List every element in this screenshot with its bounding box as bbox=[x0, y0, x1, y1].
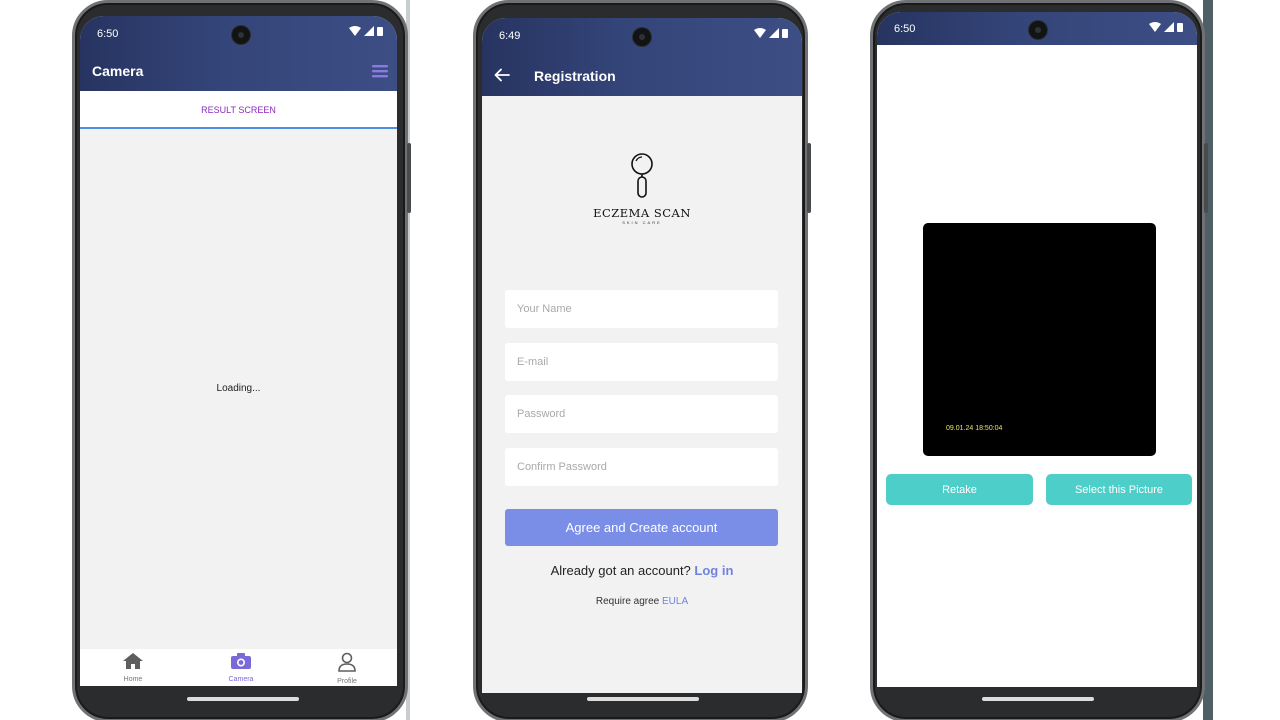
phone-preview-frame: 6:50 09.01.24 18:50:04 Retake Select thi… bbox=[870, 0, 1208, 720]
eula-link[interactable]: EULA bbox=[662, 596, 688, 607]
content-area: Loading... bbox=[80, 129, 397, 649]
front-camera bbox=[232, 26, 250, 44]
preview-screen: 6:50 09.01.24 18:50:04 Retake Select thi… bbox=[877, 12, 1197, 687]
nav-item-camera[interactable]: Camera bbox=[211, 652, 271, 683]
create-account-button[interactable]: Agree and Create account bbox=[505, 509, 778, 546]
nav-label-profile: Profile bbox=[337, 678, 357, 685]
person-icon bbox=[338, 652, 356, 672]
tab-bar: RESULT SCREEN bbox=[80, 91, 397, 129]
magnifier-icon bbox=[631, 153, 653, 198]
battery-icon bbox=[782, 29, 788, 38]
password-field[interactable] bbox=[505, 395, 778, 433]
battery-icon bbox=[377, 27, 383, 36]
eula-row: Require agree EULA bbox=[482, 596, 802, 607]
bottom-navigation: Home Camera Profile bbox=[80, 649, 397, 686]
registration-form-area: ECZEMA SCAN SKIN CARE Agree and Create a… bbox=[482, 96, 802, 693]
front-camera bbox=[633, 28, 651, 46]
name-field[interactable] bbox=[505, 290, 778, 328]
wifi-icon bbox=[1149, 22, 1161, 32]
confirm-password-field[interactable] bbox=[505, 448, 778, 486]
email-field[interactable] bbox=[505, 343, 778, 381]
retake-button[interactable]: Retake bbox=[886, 474, 1033, 505]
status-icons bbox=[349, 26, 383, 36]
tab-result-screen[interactable]: RESULT SCREEN bbox=[80, 105, 397, 115]
volume-button bbox=[1204, 143, 1208, 213]
login-link[interactable]: Log in bbox=[694, 563, 733, 578]
page-title: Camera bbox=[92, 63, 144, 79]
photo-timestamp: 09.01.24 18:50:04 bbox=[946, 425, 1003, 432]
camera-screen: 6:50 Camera RESULT SCREEN Loading... Hom… bbox=[80, 16, 397, 686]
nav-label-home: Home bbox=[123, 676, 143, 683]
home-gesture-pill[interactable] bbox=[587, 697, 699, 701]
select-picture-button[interactable]: Select this Picture bbox=[1046, 474, 1192, 505]
eula-prompt-text: Require agree bbox=[595, 596, 660, 607]
status-icons bbox=[1149, 22, 1183, 32]
signal-icon bbox=[1164, 22, 1174, 32]
login-prompt-row: Already got an account? Log in bbox=[482, 563, 802, 578]
arrow-back-icon[interactable] bbox=[494, 68, 510, 82]
nav-item-profile[interactable]: Profile bbox=[317, 652, 377, 685]
signal-icon bbox=[364, 26, 374, 36]
phone-camera-frame: 6:50 Camera RESULT SCREEN Loading... Hom… bbox=[72, 0, 411, 720]
front-camera bbox=[1029, 21, 1047, 39]
nav-label-camera: Camera bbox=[228, 676, 254, 683]
volume-button bbox=[807, 143, 811, 213]
signal-icon bbox=[769, 28, 779, 38]
status-time: 6:50 bbox=[97, 28, 119, 40]
status-icons bbox=[754, 28, 788, 38]
login-prompt-text: Already got an account? bbox=[550, 563, 691, 578]
status-time: 6:49 bbox=[499, 30, 521, 42]
photo-preview: 09.01.24 18:50:04 bbox=[923, 223, 1156, 456]
brand-tagline: SKIN CARE bbox=[622, 220, 662, 225]
battery-icon bbox=[1177, 23, 1183, 32]
hamburger-menu-icon[interactable] bbox=[371, 62, 389, 80]
status-time: 6:50 bbox=[894, 23, 916, 35]
page-title: Registration bbox=[534, 68, 616, 84]
nav-item-home[interactable]: Home bbox=[103, 652, 163, 683]
camera-icon bbox=[231, 653, 251, 669]
registration-screen: 6:49 Registration ECZEMA SCAN SKIN CARE … bbox=[482, 18, 802, 693]
volume-button bbox=[407, 143, 411, 213]
home-gesture-pill[interactable] bbox=[187, 697, 299, 701]
loading-text: Loading... bbox=[216, 383, 261, 394]
phone-registration-frame: 6:49 Registration ECZEMA SCAN SKIN CARE … bbox=[473, 0, 811, 720]
wifi-icon bbox=[754, 28, 766, 38]
home-icon bbox=[123, 653, 143, 669]
home-gesture-pill[interactable] bbox=[982, 697, 1094, 701]
wifi-icon bbox=[349, 26, 361, 36]
app-logo: ECZEMA SCAN SKIN CARE bbox=[482, 153, 802, 225]
brand-name: ECZEMA SCAN bbox=[593, 206, 691, 220]
